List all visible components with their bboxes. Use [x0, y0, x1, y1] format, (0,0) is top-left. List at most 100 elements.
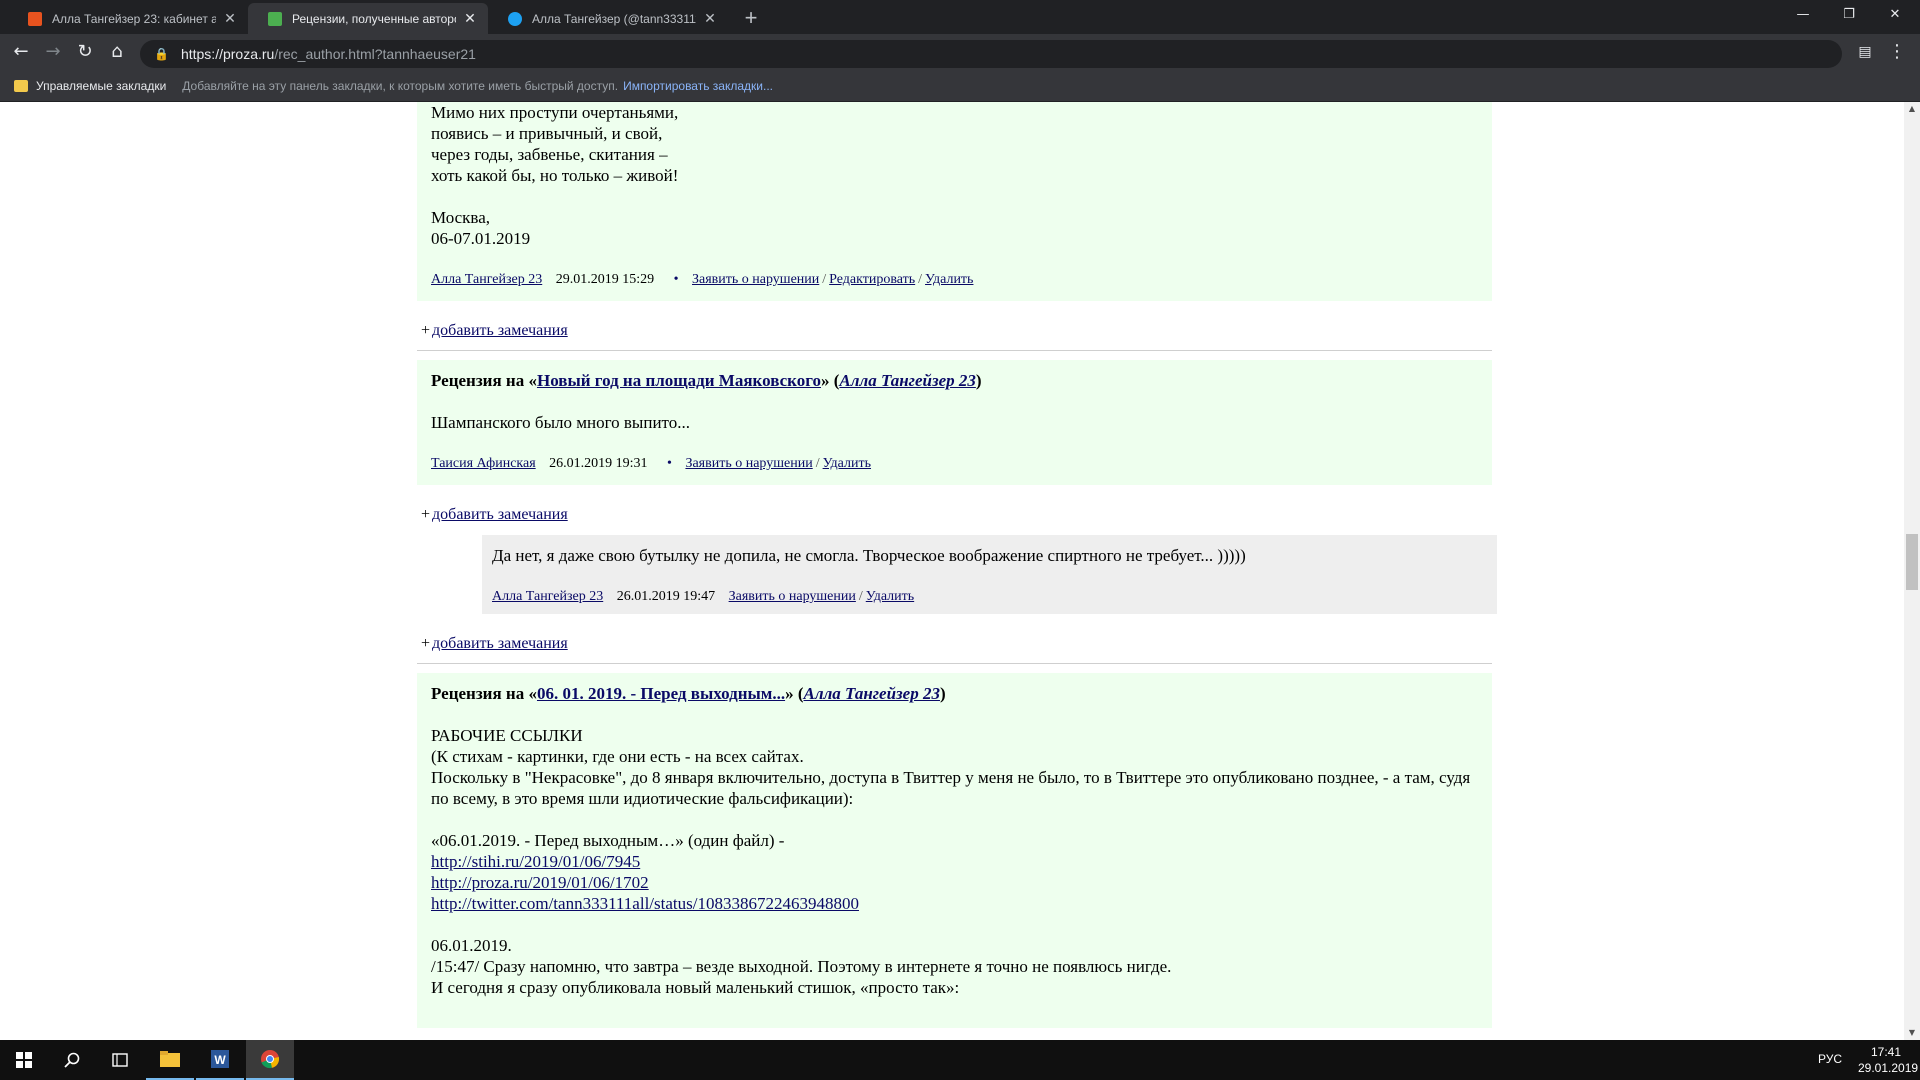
lock-icon: 🔒	[154, 47, 169, 61]
import-bookmarks-link[interactable]: Импортировать закладки...	[623, 79, 773, 93]
twitter-link[interactable]: http://twitter.com/tann333111all/status/…	[431, 894, 859, 913]
scroll-up-icon[interactable]: ▲	[1904, 102, 1920, 116]
add-note-row: + добавить замечания	[421, 322, 568, 339]
bookmarks-bar: Управляемые закладки Добавляйте на эту п…	[0, 70, 1920, 102]
review-text-line: И сегодня я сразу опубликовала новый мал…	[431, 978, 960, 997]
clock-date: 29.01.2019	[1858, 1061, 1919, 1075]
page-viewport: Мимо них проступи очертаньями, появись –…	[0, 102, 1904, 1040]
new-tab-button[interactable]: +	[737, 4, 765, 32]
report-link[interactable]: Заявить о нарушении	[692, 272, 819, 287]
reload-icon[interactable]: ↻	[72, 40, 98, 64]
add-note-link[interactable]: добавить замечания	[432, 506, 568, 523]
close-window-icon[interactable]: ✕	[1872, 0, 1918, 30]
stihi-link[interactable]: http://stihi.ru/2019/01/06/7945	[431, 852, 640, 871]
work-title-link[interactable]: 06. 01. 2019. - Перед выходным...	[537, 684, 785, 703]
tab-strip: Алла Тангейзер 23: кабинет авт ✕ Рецензи…	[0, 0, 1920, 34]
review-heading: РАБОЧИЕ ССЫЛКИ	[431, 726, 583, 745]
task-view-icon[interactable]	[96, 1040, 144, 1080]
poem-line: Мимо них проступи очертаньями,	[431, 103, 679, 122]
review-block: Мимо них проступи очертаньями, появись –…	[417, 102, 1492, 301]
restore-icon[interactable]: ❐	[1826, 0, 1872, 30]
add-note-link[interactable]: добавить замечания	[432, 635, 568, 652]
review-meta: Таисия Афинская 26.01.2019 19:31 • Заяви…	[431, 456, 872, 471]
proza-favicon-icon	[28, 11, 42, 26]
delete-link[interactable]: Удалить	[925, 272, 973, 287]
scrollbar-thumb[interactable]	[1906, 534, 1918, 590]
add-note-link[interactable]: добавить замечания	[432, 322, 568, 339]
poem-line: хоть какой бы, но только – живой!	[431, 166, 679, 185]
tab-title: Алла Тангейзер 23: кабинет авт	[52, 11, 216, 26]
review-date: 29.01.2019 15:29	[555, 272, 655, 287]
language-indicator[interactable]: РУС	[1818, 1052, 1842, 1066]
close-tab-icon[interactable]: ✕	[462, 10, 478, 27]
poem-line: появись – и привычный, и свой,	[431, 124, 663, 143]
search-icon[interactable]	[48, 1040, 96, 1080]
tab-twitter[interactable]: Алла Тангейзер (@tann333111a ✕	[488, 3, 728, 34]
review-text-line: (К стихам - картинки, где они есть - на …	[431, 747, 804, 766]
url-path: /rec_author.html?tannhaeuser21	[274, 46, 476, 62]
review-text-line: Поскольку в "Некрасовке", до 8 января вк…	[431, 768, 1471, 808]
twitter-bird-icon	[508, 11, 522, 26]
svg-text:W: W	[214, 1053, 226, 1067]
close-tab-icon[interactable]: ✕	[702, 10, 718, 27]
clock-time: 17:41	[1870, 1045, 1902, 1059]
minimize-icon[interactable]: —	[1780, 0, 1826, 30]
file-line: «06.01.2019. - Перед выходным…» (один фа…	[431, 831, 785, 850]
reply-meta: Алла Тангейзер 23 26.01.2019 19:47 Заяви…	[492, 589, 915, 604]
tab-cabinet[interactable]: Алла Тангейзер 23: кабинет авт ✕	[8, 3, 248, 34]
work-author-link[interactable]: Алла Тангейзер 23	[839, 371, 975, 390]
edit-link[interactable]: Редактировать	[829, 272, 915, 287]
menu-icon[interactable]: ⋮	[1884, 40, 1910, 64]
close-tab-icon[interactable]: ✕	[222, 10, 238, 27]
reply-block: Да нет, я даже свою бутылку не допила, н…	[482, 535, 1497, 614]
delete-link[interactable]: Удалить	[823, 456, 871, 471]
tab-reviews[interactable]: Рецензии, полученные авторо ✕	[248, 3, 488, 34]
add-note-row: + добавить замечания	[421, 506, 568, 523]
taskbar: W РУС 17:41 29.01.2019	[0, 1040, 1920, 1080]
managed-bookmarks[interactable]: Управляемые закладки	[36, 79, 166, 93]
home-icon[interactable]: ⌂	[104, 40, 130, 64]
add-note-row: + добавить замечания	[421, 635, 568, 652]
author-link[interactable]: Алла Тангейзер 23	[492, 589, 603, 604]
back-icon[interactable]: ←	[8, 40, 34, 64]
reviews-list: Мимо них проступи очертаньями, появись –…	[417, 102, 1497, 1028]
url-host: https://proza.ru	[180, 46, 275, 62]
address-bar[interactable]: 🔒 https://proza.ru/rec_author.html?tannh…	[140, 40, 1842, 68]
reply-text: Да нет, я даже свою бутылку не допила, н…	[492, 546, 1246, 565]
forward-icon[interactable]: →	[40, 40, 66, 64]
tab-title: Рецензии, полученные авторо	[292, 11, 456, 26]
work-title-link[interactable]: Новый год на площади Маяковского	[537, 371, 821, 390]
author-link[interactable]: Алла Тангейзер 23	[431, 272, 542, 287]
proza-favicon-icon	[268, 11, 282, 26]
windows-start-icon[interactable]	[0, 1040, 48, 1080]
review-block: Рецензия на «Новый год на площади Маяков…	[417, 360, 1492, 485]
word-icon[interactable]: W	[196, 1040, 244, 1080]
review-text-line: /15:47/ Сразу напомню, что завтра – везд…	[431, 957, 1172, 976]
folder-icon	[14, 79, 28, 92]
work-author-link[interactable]: Алла Тангейзер 23	[804, 684, 940, 703]
proza-link[interactable]: http://proza.ru/2019/01/06/1702	[431, 873, 649, 892]
report-link[interactable]: Заявить о нарушении	[685, 456, 812, 471]
author-link[interactable]: Таисия Афинская	[431, 456, 536, 471]
review-date: 26.01.2019 19:31	[549, 456, 648, 471]
review-title: Рецензия на «06. 01. 2019. - Перед выход…	[431, 684, 946, 703]
bullet-separator: •	[667, 456, 672, 471]
clock[interactable]: 17:41 29.01.2019	[1858, 1044, 1919, 1076]
review-block: Рецензия на «06. 01. 2019. - Перед выход…	[417, 673, 1492, 1028]
chrome-icon[interactable]	[246, 1040, 294, 1080]
place-line: Москва,	[431, 208, 491, 227]
delete-link[interactable]: Удалить	[866, 589, 914, 604]
extension-icon[interactable]: ▤	[1852, 40, 1878, 64]
bullet-separator: •	[673, 272, 679, 287]
review-text: Шампанского было много выпито...	[431, 413, 690, 432]
file-explorer-icon[interactable]	[146, 1040, 194, 1080]
report-link[interactable]: Заявить о нарушении	[729, 589, 856, 604]
scroll-down-icon[interactable]: ▼	[1904, 1026, 1920, 1040]
poem-line: через годы, забвенье, скитания –	[431, 145, 668, 164]
date-line: 06-07.01.2019	[431, 229, 531, 248]
page-scrollbar[interactable]: ▲ ▼	[1904, 102, 1920, 1040]
date-line: 06.01.2019.	[431, 936, 512, 955]
tab-title: Алла Тангейзер (@tann333111a	[532, 11, 696, 26]
bookmarks-hint: Добавляйте на эту панель закладки, к кот…	[182, 78, 619, 93]
reply-date: 26.01.2019 19:47	[616, 589, 716, 604]
